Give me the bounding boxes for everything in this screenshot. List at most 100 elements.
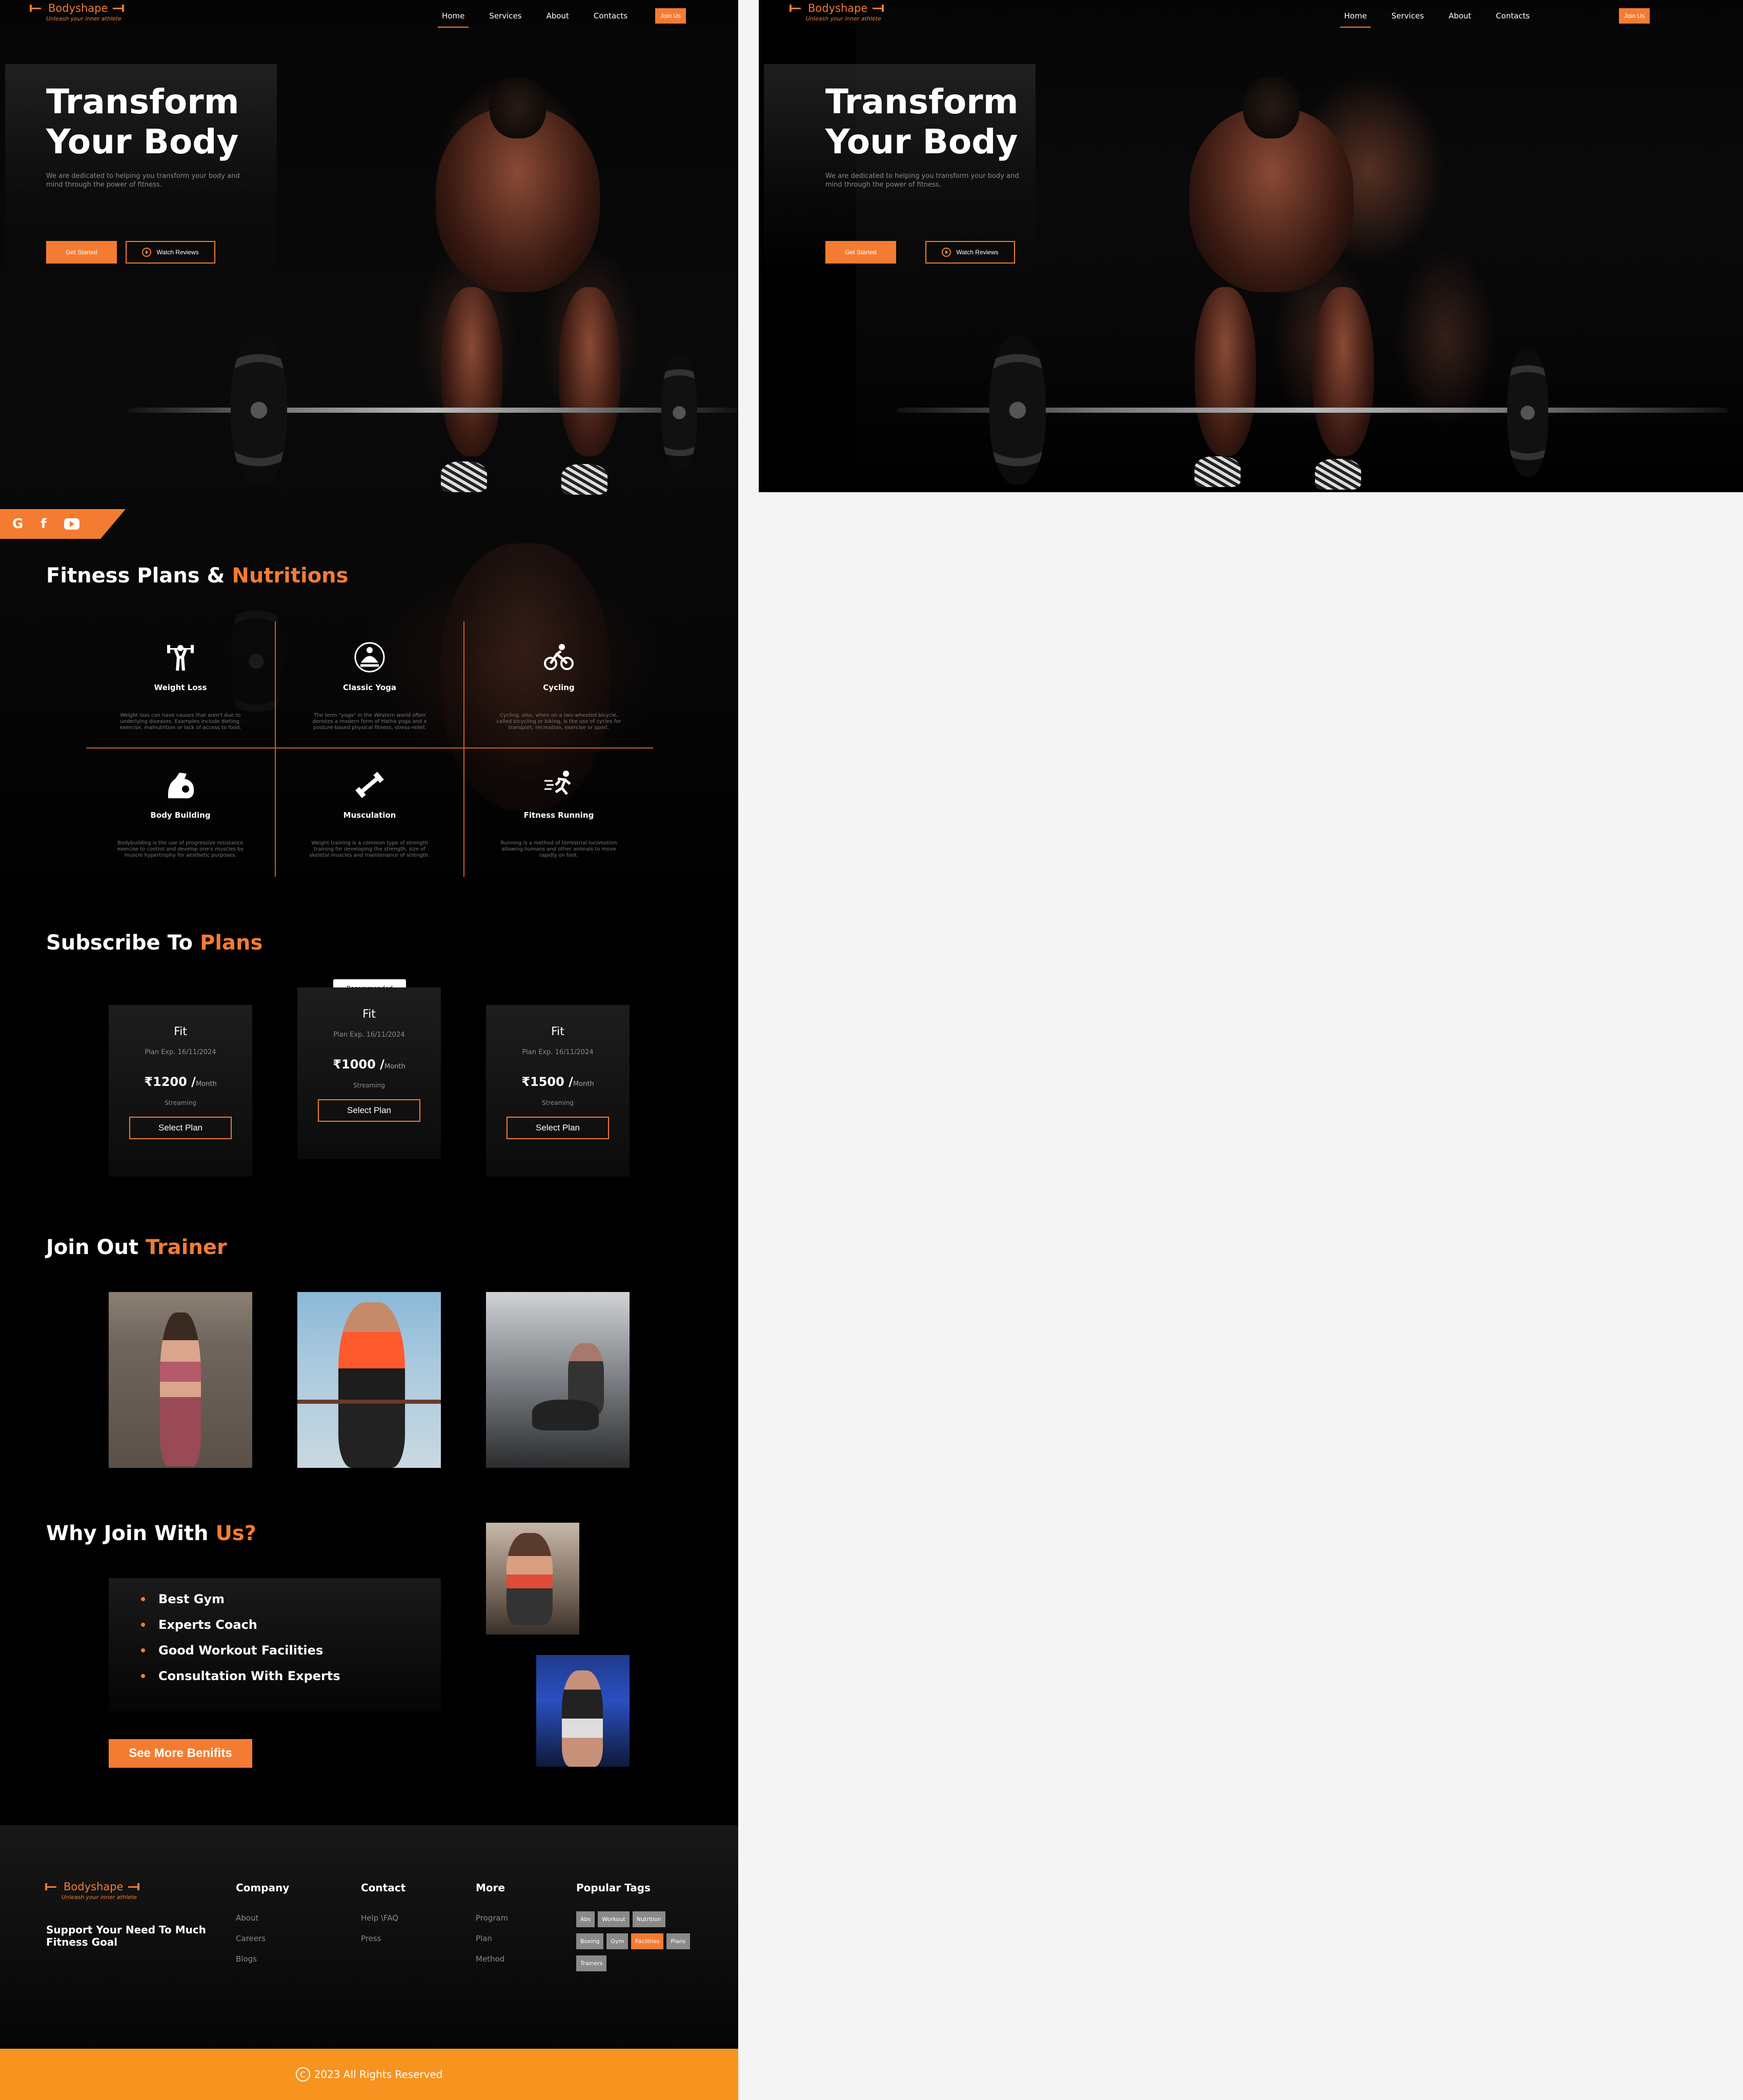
play-icon	[942, 248, 951, 257]
dumbbell-left-icon	[789, 5, 803, 12]
fitness-item-desc: Cycling, also, when on a two-wheeled bic…	[496, 713, 621, 731]
fitness-title-highlight: Nutritions	[232, 564, 349, 588]
facebook-icon[interactable]: f	[40, 516, 46, 532]
nav-about[interactable]: About	[1449, 11, 1471, 26]
tag[interactable]: Plans	[666, 1933, 690, 1949]
plan-card: Fit Plan Exp. 16/11/2024 ₹1200 /Month St…	[109, 1005, 252, 1177]
brand-logo[interactable]: Bodyshape Unleash your inner athlete	[30, 2, 126, 22]
footer-col-title: Company	[236, 1882, 290, 1894]
trainer-photo[interactable]	[109, 1292, 252, 1468]
google-icon[interactable]: G	[12, 516, 23, 532]
athlete-right-shoe	[561, 464, 607, 495]
trainer-photo[interactable]	[486, 1292, 630, 1468]
tag[interactable]: Trainers	[576, 1955, 607, 1971]
tag[interactable]: Workout	[598, 1911, 630, 1927]
grid-divider	[86, 748, 653, 749]
plan-price: ₹1200 /Month	[109, 1075, 252, 1089]
nav-contacts[interactable]: Contacts	[594, 11, 627, 26]
weightlifter-icon	[167, 645, 194, 671]
tag[interactable]: Boxing	[576, 1933, 604, 1949]
plan-price-slash: /	[380, 1057, 384, 1072]
brand-logo[interactable]: Bodyshape Unleash your inner athlete	[789, 2, 886, 22]
plan-name: Fit	[362, 1008, 376, 1021]
footer-link[interactable]: Careers	[236, 1934, 289, 1943]
barbell-plate-right	[1507, 349, 1548, 477]
fitness-item-desc: Running is a method of terrestrial locom…	[500, 840, 617, 858]
fitness-item-desc: The term "yoga" in the Western world oft…	[312, 713, 427, 731]
brand-name: Bodyshape	[64, 1881, 124, 1893]
brand-tagline: Unleash your inner athlete	[46, 15, 121, 22]
footer-link[interactable]: About	[236, 1913, 289, 1923]
footer-col-contact: Contact Help \FAQ Press	[361, 1882, 406, 1954]
fitness-item-musculation[interactable]: Musculation Weight training is a common …	[275, 749, 464, 875]
get-started-button[interactable]: Get Started	[825, 241, 896, 264]
barbell-plate-right	[661, 354, 697, 472]
nav-contacts[interactable]: Contacts	[1496, 11, 1530, 26]
footer-link[interactable]: Press	[361, 1934, 406, 1943]
nav-home[interactable]: Home	[1340, 11, 1371, 28]
play-icon	[142, 248, 152, 257]
trainer-photo[interactable]	[297, 1292, 441, 1468]
fitness-item-fitness-running[interactable]: Fitness Running Running is a method of t…	[464, 749, 653, 875]
fitness-item-weight-loss[interactable]: Weight Loss Weight loss can have causes …	[86, 621, 275, 748]
fitness-item-cycling[interactable]: Cycling Cycling, also, when on a two-whe…	[464, 621, 653, 748]
footer-logo[interactable]: Bodyshape Unleash your inner athlete	[45, 1881, 141, 1901]
join-us-button[interactable]: Join Us	[1619, 8, 1650, 24]
see-more-benefits-button[interactable]: See More Benifits	[109, 1739, 252, 1768]
popular-tags: Abs Workout Nutrition Boxing Gym Facilit…	[576, 1911, 694, 1971]
plan-feature: Streaming	[542, 1099, 574, 1106]
plan-price-value: ₹1500	[521, 1075, 564, 1089]
footer-link[interactable]: Blogs	[236, 1954, 289, 1964]
barbell	[128, 408, 738, 413]
plan-card-recommended: Fit Plan Exp. 16/11/2024 ₹1000 /Month St…	[297, 987, 441, 1159]
tag[interactable]: Abs	[576, 1911, 595, 1927]
brand-tagline: Unleash your inner athlete	[62, 1894, 137, 1901]
plans-title-highlight: Plans	[199, 931, 263, 955]
tag-highlighted[interactable]: Facilities	[631, 1933, 664, 1949]
plan-period: Month	[573, 1080, 594, 1088]
main-nav: Home Services About Contacts	[1340, 11, 1530, 28]
footer-link[interactable]: Program	[476, 1913, 508, 1923]
footer-link[interactable]: Method	[476, 1954, 508, 1964]
fitness-item-title: Classic Yoga	[342, 683, 397, 692]
nav-services[interactable]: Services	[1391, 11, 1424, 26]
footer-support-text: Support Your Need To Much Fitness Goal	[46, 1924, 206, 1948]
nav-about[interactable]: About	[546, 11, 569, 26]
athlete-head	[490, 77, 546, 138]
nav-services[interactable]: Services	[489, 11, 521, 26]
fitness-item-desc: Bodybuilding is the use of progressive r…	[117, 840, 244, 858]
athlete-figure	[506, 1533, 553, 1625]
join-us-button[interactable]: Join Us	[655, 8, 686, 24]
tag[interactable]: Gym	[606, 1933, 629, 1949]
tag[interactable]: Nutrition	[632, 1911, 665, 1927]
fitness-item-title: Weight Loss	[154, 683, 207, 692]
watch-reviews-button[interactable]: Watch Reviews	[126, 241, 215, 264]
copyright-icon: C	[295, 2067, 310, 2082]
plans-title-main: Subscribe To	[46, 931, 193, 955]
athlete-right-shoe	[1315, 459, 1361, 490]
footer-col-title: Popular Tags	[576, 1882, 651, 1894]
fitness-item-body-building[interactable]: Body Building Bodybuilding is the use of…	[86, 749, 275, 875]
footer-col-more: More Program Plan Method	[476, 1882, 508, 1975]
watch-reviews-button[interactable]: Watch Reviews	[925, 241, 1015, 264]
watch-reviews-label: Watch Reviews	[156, 249, 199, 256]
fitness-item-classic-yoga[interactable]: Classic Yoga The term "yoga" in the West…	[275, 621, 464, 748]
get-started-button[interactable]: Get Started	[46, 241, 117, 264]
plans-section-title: Subscribe To Plans	[46, 931, 262, 955]
select-plan-button[interactable]: Select Plan	[506, 1117, 609, 1139]
plan-expiry: Plan Exp. 16/11/2024	[145, 1048, 216, 1056]
dumbbell-right-icon	[873, 5, 886, 12]
fitness-item-desc: Weight training is a common type of stre…	[309, 840, 430, 858]
nav-home[interactable]: Home	[437, 11, 469, 28]
dumbbell-left-icon	[30, 5, 43, 12]
hero-subtitle: We are dedicated to helping you transfor…	[825, 172, 1019, 189]
footer-link[interactable]: Plan	[476, 1934, 508, 1943]
select-plan-button[interactable]: Select Plan	[129, 1117, 232, 1139]
trainers-title-main: Join Out	[46, 1236, 139, 1259]
hero-preview: Bodyshape Unleash your inner athlete Hom…	[759, 0, 1743, 492]
fitness-item-desc: Weight loss can have causes that aren't …	[119, 713, 241, 731]
why-point: Consultation With Experts	[141, 1669, 340, 1683]
footer-link[interactable]: Help \FAQ	[361, 1913, 406, 1923]
select-plan-button[interactable]: Select Plan	[318, 1099, 420, 1122]
youtube-icon[interactable]	[64, 518, 79, 530]
